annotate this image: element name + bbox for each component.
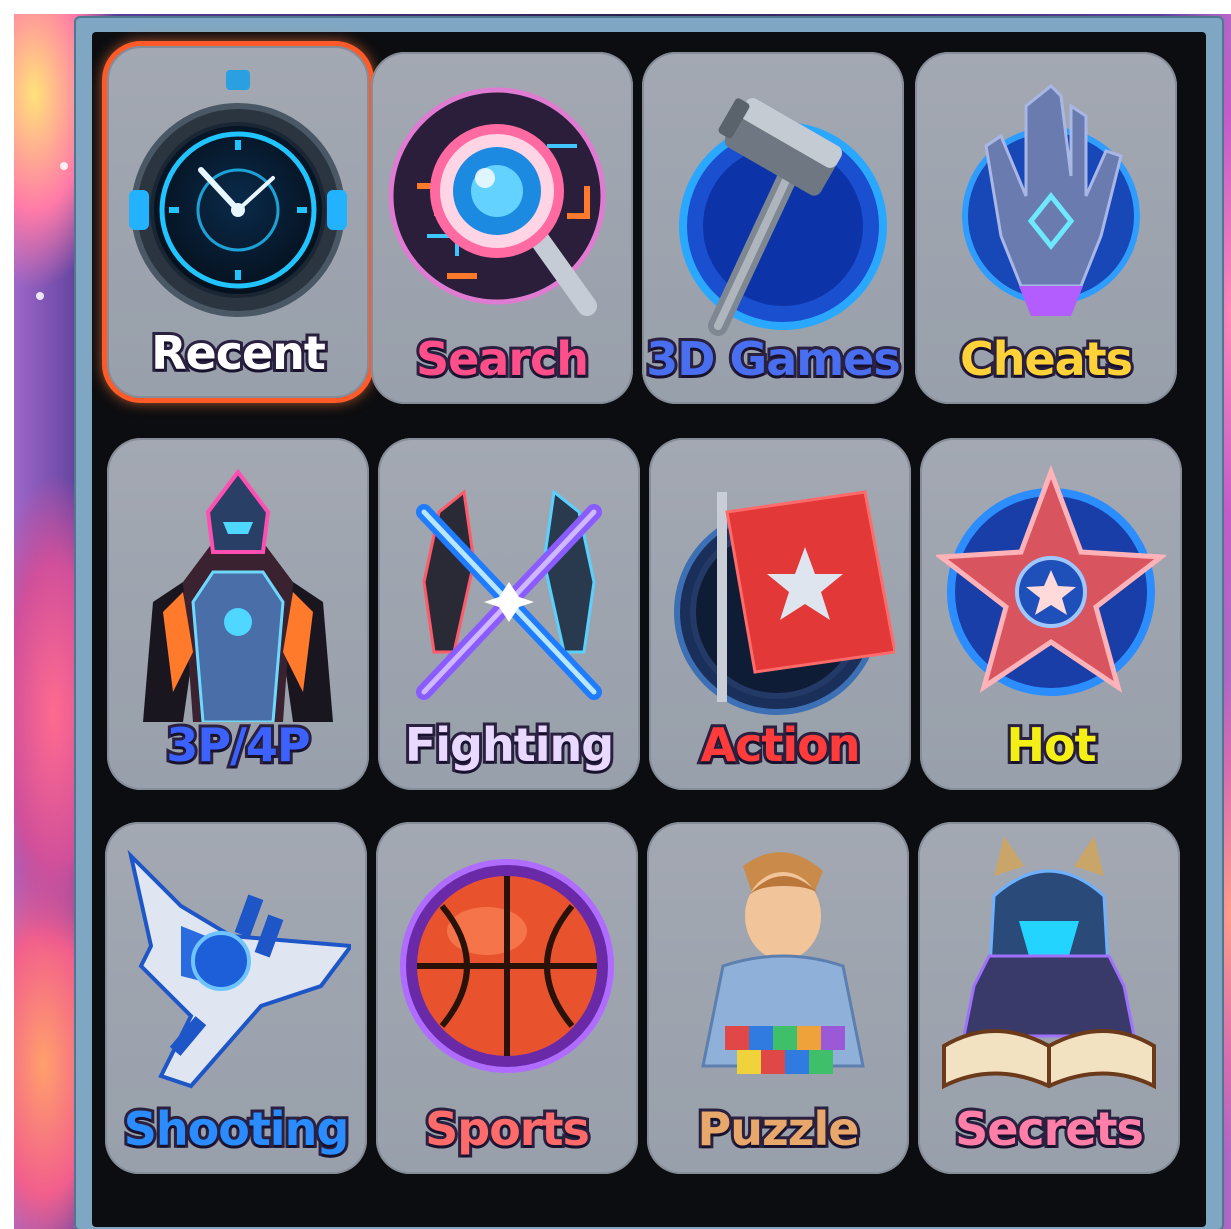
tile-3p4p[interactable]: 3P/4P <box>107 438 369 790</box>
basketball-icon <box>400 859 614 1073</box>
magnifier-icon <box>388 87 606 316</box>
tile-label: Puzzle <box>695 1099 863 1159</box>
hammer-icon <box>679 97 887 336</box>
tile-label: Sports <box>422 1099 593 1159</box>
knight-book-icon <box>942 836 1156 1090</box>
flag-icon <box>674 490 895 715</box>
tile-label: 3P/4P <box>163 715 313 775</box>
tile-label: Search <box>413 329 592 389</box>
tile-3d-games[interactable]: 3D Games <box>642 52 904 404</box>
tile-label: 3D Games <box>643 329 904 389</box>
tile-label: Cheats <box>957 329 1136 389</box>
crossed-swords-icon <box>416 489 602 700</box>
tile-recent[interactable]: Recent <box>107 46 369 398</box>
tile-search[interactable]: Search <box>371 52 633 404</box>
robot-squad-icon <box>143 468 333 722</box>
tile-fighting[interactable]: Fighting <box>378 438 640 790</box>
tile-secrets[interactable]: Secrets <box>918 822 1180 1174</box>
tile-action[interactable]: Action <box>649 438 911 790</box>
tile-label: Action <box>698 715 864 775</box>
tile-cheats[interactable]: Cheats <box>915 52 1177 404</box>
sparkle-icon <box>60 162 68 170</box>
tile-sports[interactable]: Sports <box>376 822 638 1174</box>
tile-label: Recent <box>148 323 329 383</box>
fighter-jet-icon <box>127 849 351 1089</box>
tile-label: Secrets <box>952 1099 1147 1159</box>
tile-shooting[interactable]: Shooting <box>105 822 367 1174</box>
tile-hot[interactable]: Hot <box>920 438 1182 790</box>
sparkle-icon <box>36 292 44 300</box>
tile-label: Fighting <box>402 715 617 775</box>
hero-with-blocks-icon <box>701 852 865 1074</box>
star-icon <box>936 464 1166 696</box>
clock-icon <box>129 70 347 317</box>
hand-icon <box>962 83 1140 316</box>
tile-label: Hot <box>1003 715 1099 775</box>
tile-puzzle[interactable]: Puzzle <box>647 822 909 1174</box>
tile-label: Shooting <box>121 1099 353 1159</box>
screen-background: Recent Search 3D Games Cheats 3P/4P Figh… <box>14 14 1231 1229</box>
